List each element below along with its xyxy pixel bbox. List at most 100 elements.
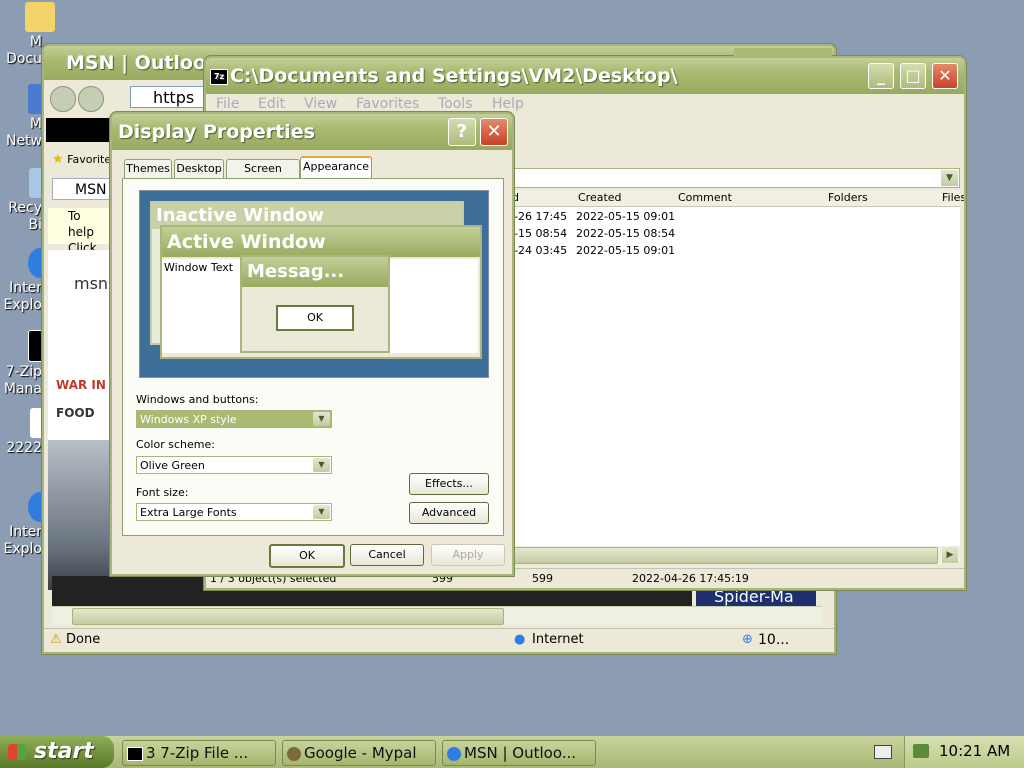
appearance-preview: Inactive Window Active Window Window Tex… [139,190,489,378]
status-done: Done [66,632,101,647]
network-tray-icon[interactable] [913,744,929,758]
color-scheme-value: Olive Green [140,459,205,472]
address-text: https [153,88,195,107]
font-size-select[interactable]: Extra Large Fonts ▼ [136,503,332,521]
scrollbar-thumb[interactable] [506,547,938,564]
column-comment[interactable]: Comment [678,190,732,206]
windows-logo-icon [8,744,26,760]
table-row[interactable]: -24 03:45 2022-05-15 09:01 [506,244,960,261]
desktop-icon-label: M Netw [5,116,42,149]
windows-buttons-select[interactable]: Windows XP style ▼ [136,410,332,428]
warning-icon: ⚠ [50,632,62,647]
table-row[interactable]: -26 17:45 2022-05-15 09:01 [506,210,960,227]
path-dropdown[interactable]: ▼ [506,168,960,188]
page-content: msn WAR IN FOOD [48,250,110,590]
menu-view[interactable]: View [304,96,337,112]
ie-status-bar: ⚠ Done ● Internet ⊕ 10... [44,628,834,651]
preview-active-title: Active Window [162,227,480,257]
effects-button[interactable]: Effects... [409,473,489,495]
menu-edit[interactable]: Edit [258,96,285,112]
close-button[interactable]: ✕ [932,63,958,89]
menu-help[interactable]: Help [492,96,524,112]
explorer-hscrollbar[interactable]: ▶ [506,546,960,564]
scroll-right-icon[interactable]: ▶ [942,547,958,563]
cell-modified: -24 03:45 [514,244,568,257]
ok-button[interactable]: OK [269,544,345,568]
menu-favorites[interactable]: Favorites [356,96,419,112]
keyboard-icon[interactable] [874,745,892,759]
address-bar[interactable]: https [130,86,210,108]
taskbar-button-label: MSN | Outloo... [464,744,577,762]
food-label[interactable]: FOOD [56,406,95,420]
favorites-label: Favorite [67,153,112,166]
close-button[interactable]: ✕ [480,118,508,146]
menu-tools[interactable]: Tools [438,96,473,112]
clock[interactable]: 10:21 AM [939,742,1010,760]
preview-window-text: Window Text [164,261,234,274]
cell-modified: -26 17:45 [514,210,568,223]
cancel-button[interactable]: Cancel [350,544,424,566]
maximize-button[interactable]: □ [900,63,926,89]
news-photo[interactable] [48,440,110,590]
taskbar-button-msn[interactable]: MSN | Outloo... [442,740,596,766]
status-zone: Internet [532,632,584,647]
globe-icon: ● [514,632,526,647]
taskbar-button-label: Google - Mypal [304,744,417,762]
cell-created: 2022-05-15 09:01 [576,210,676,223]
taskbar-button-7zip[interactable]: 3 7-Zip File ... [122,740,276,766]
forward-button[interactable] [78,86,104,112]
ie-tab-label: MSN [75,182,107,198]
desktop-icon-label: Inter Explo [3,280,42,313]
chevron-down-icon: ▼ [313,505,330,519]
chevron-down-icon: ▼ [313,458,330,472]
internet-explorer-icon [447,746,461,761]
cell-created: 2022-05-15 09:01 [576,244,676,257]
favorites-bar[interactable]: ★ Favorite [52,152,111,167]
desktop-icon-label: Inter Explo [3,524,42,557]
desktop-icon-label: 7-Zip Mana [3,364,42,397]
minimize-button[interactable]: _ [868,63,894,89]
column-created[interactable]: Created [578,190,622,206]
color-scheme-select[interactable]: Olive Green ▼ [136,456,332,474]
explorer-title: C:\Documents and Settings\VM2\Desktop\ [230,65,678,87]
horizontal-scrollbar[interactable] [52,606,822,625]
star-icon: ★ [52,152,64,167]
windows-buttons-label: Windows and buttons: [136,393,259,406]
info-bar[interactable]: To help Click he [48,208,110,271]
taskbar-button-label: 3 7-Zip File ... [146,744,249,762]
tab-appearance[interactable]: Appearance [300,156,372,180]
column-folders[interactable]: Folders [828,190,868,206]
taskbar-button-google[interactable]: Google - Mypal [282,740,436,766]
status-packed: 599 [532,572,553,585]
back-button[interactable] [50,86,76,112]
advanced-button[interactable]: Advanced [409,502,489,524]
apply-button[interactable]: Apply [431,544,505,566]
tab-themes[interactable]: Themes [124,159,172,179]
war-label[interactable]: WAR IN [56,378,106,392]
start-button[interactable]: start [0,736,114,768]
black-toolbar [46,118,110,142]
explorer-title-bar[interactable]: 7z C:\Documents and Settings\VM2\Desktop… [206,58,964,94]
info-text-1: To help [68,209,94,239]
cell-created: 2022-05-15 08:54 [576,227,676,240]
mypal-icon [287,746,301,761]
tab-desktop[interactable]: Desktop [174,159,224,179]
cell-modified: -15 08:54 [514,227,568,240]
system-tray: 10:21 AM [904,736,1024,768]
ie-window-buttons [734,48,832,56]
color-scheme-label: Color scheme: [136,438,215,451]
help-button[interactable]: ? [448,118,476,146]
preview-message-title: Messag... [242,257,388,287]
column-files[interactable]: Files [942,190,964,206]
ie-tab[interactable]: MSN [52,178,110,200]
tab-screen-saver[interactable]: Screen Saver [226,159,300,193]
scrollbar-thumb[interactable] [72,608,504,625]
msn-logo: msn [74,274,109,293]
desktop-icon-label: M Docu [6,34,42,67]
display-properties-dialog: Display Properties ? ✕ Themes Desktop Sc… [110,112,514,576]
zoom-icon: ⊕ [742,632,753,647]
menu-file[interactable]: File [216,96,239,112]
table-row[interactable]: -15 08:54 2022-05-15 08:54 [506,227,960,244]
zoom-level[interactable]: 10... [758,629,789,651]
7zip-icon [127,746,143,761]
